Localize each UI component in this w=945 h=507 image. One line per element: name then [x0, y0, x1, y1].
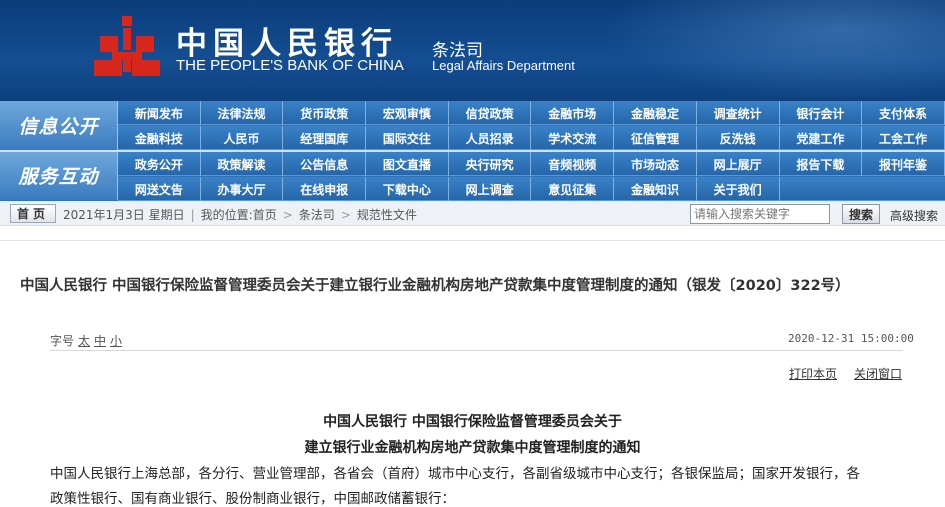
document-body-line2: 政策性银行、国有商业银行、股份制商业银行，中国邮政储蓄银行：	[50, 491, 455, 507]
publish-datetime: 2020-12-31 15:00:00	[788, 332, 914, 345]
nav-item[interactable]: 网上调查	[449, 177, 532, 201]
meta-divider	[50, 350, 903, 351]
nav-item[interactable]: 意见征集	[531, 177, 615, 201]
advanced-search-link[interactable]: 高级搜索	[890, 207, 938, 224]
chevron-right-icon: >	[340, 208, 351, 222]
nav-item[interactable]: 反洗钱	[697, 126, 780, 150]
document-heading-line1: 中国人民银行 中国银行保险监督管理委员会关于	[323, 414, 622, 430]
nav-item[interactable]: 学术交流	[531, 126, 615, 150]
document-heading-line2: 建立银行业金融机构房地产贷款集中度管理制度的通知	[304, 440, 641, 456]
nav-item[interactable]: 经理国库	[283, 126, 367, 150]
nav-row-1: 新闻发布 法律法规 货币政策 宏观审慎 信贷政策 金融市场 金融稳定 调查统计 …	[118, 101, 945, 125]
nav-row-2: 金融科技 人民币 经理国库 国际交往 人员招录 学术交流 征信管理 反洗钱 党建…	[118, 126, 945, 150]
font-size-small[interactable]: 小	[110, 334, 122, 348]
nav-item[interactable]: 金融科技	[118, 126, 201, 150]
nav-item[interactable]: 法律法规	[201, 101, 284, 125]
nav-item[interactable]: 金融市场	[531, 101, 615, 125]
nav-row-4: 网送文告 办事大厅 在线申报 下载中心 网上调查 意见征集 金融知识 关于我们	[118, 177, 945, 201]
nav-item[interactable]: 国际交往	[366, 126, 449, 150]
nav-item[interactable]: 调查统计	[697, 101, 780, 125]
breadcrumb-link-normative-docs[interactable]: 规范性文件	[357, 208, 417, 222]
nav-item[interactable]: 征信管理	[614, 126, 697, 150]
search-button[interactable]: 搜索	[842, 204, 880, 224]
nav-item[interactable]: 货币政策	[283, 101, 367, 125]
article-title: 中国人民银行 中国银行保险监督管理委员会关于建立银行业金融机构房地产贷款集中度管…	[20, 278, 850, 294]
nav-item[interactable]: 政务公开	[118, 152, 201, 176]
nav-item-empty	[862, 177, 945, 201]
pboc-logo-icon[interactable]	[92, 14, 162, 78]
header-glow	[600, 0, 945, 101]
nav-item[interactable]: 市场动态	[614, 152, 697, 176]
nav-item[interactable]: 宏观审慎	[366, 101, 449, 125]
nav-item[interactable]: 金融知识	[614, 177, 697, 201]
dept-name-en: Legal Affairs Department	[432, 58, 575, 73]
nav-section-info-disclosure[interactable]: 信息公开	[0, 101, 118, 150]
breadcrumb-separator: |	[190, 208, 195, 222]
nav-item[interactable]: 党建工作	[780, 126, 863, 150]
nav-item[interactable]: 支付体系	[862, 101, 945, 125]
breadcrumb-link-dept[interactable]: 条法司	[299, 208, 335, 222]
search-input[interactable]	[690, 204, 830, 224]
location-prefix: 我的位置:	[200, 208, 253, 222]
nav-item[interactable]: 音频视频	[531, 152, 615, 176]
nav-item[interactable]: 新闻发布	[118, 101, 201, 125]
nav-item[interactable]: 网上展厅	[697, 152, 780, 176]
close-window-link[interactable]: 关闭窗口	[854, 365, 902, 382]
home-button[interactable]: 首页	[10, 204, 56, 223]
breadcrumb-bar: 首页 2021年1月3日 星期日|我的位置:首页>条法司>规范性文件 搜索 高级…	[0, 201, 945, 226]
nav-item[interactable]: 办事大厅	[201, 177, 284, 201]
nav-item[interactable]: 报刊年鉴	[862, 152, 945, 176]
document-body-line1: 中国人民银行上海总部，各分行、营业管理部，各省会（首府）城市中心支行，各副省级城…	[50, 466, 860, 482]
bank-name-en: THE PEOPLE'S BANK OF CHINA	[176, 57, 404, 74]
nav-item[interactable]: 金融稳定	[614, 101, 697, 125]
font-size-large[interactable]: 太	[78, 334, 90, 348]
font-size-medium[interactable]: 中	[94, 334, 106, 348]
nav-item[interactable]: 信贷政策	[449, 101, 532, 125]
nav-item[interactable]: 银行会计	[780, 101, 863, 125]
article-content: 中国人民银行 中国银行保险监督管理委员会关于建立银行业金融机构房地产贷款集中度管…	[0, 240, 945, 507]
nav-item[interactable]: 下载中心	[366, 177, 449, 201]
nav-item[interactable]: 报告下载	[780, 152, 863, 176]
current-date: 2021年1月3日 星期日	[63, 208, 185, 222]
breadcrumb-link-home[interactable]: 首页	[253, 208, 277, 222]
nav-section-service-interaction[interactable]: 服务互动	[0, 151, 118, 200]
nav-item[interactable]: 人民币	[201, 126, 284, 150]
nav-item[interactable]: 央行研究	[449, 152, 532, 176]
nav-item[interactable]: 在线申报	[283, 177, 367, 201]
font-size-selector: 字号太中小	[50, 332, 122, 349]
print-page-link[interactable]: 打印本页	[789, 365, 837, 382]
nav-item-empty	[780, 177, 863, 201]
site-header: 中国人民银行 THE PEOPLE'S BANK OF CHINA 条法司 Le…	[0, 0, 945, 101]
nav-item[interactable]: 关于我们	[697, 177, 780, 201]
nav-item[interactable]: 人员招录	[449, 126, 532, 150]
nav-item[interactable]: 公告信息	[283, 152, 367, 176]
nav-item[interactable]: 政策解读	[201, 152, 284, 176]
nav-row-3: 政务公开 政策解读 公告信息 图文直播 央行研究 音频视频 市场动态 网上展厅 …	[118, 152, 945, 176]
breadcrumb: 2021年1月3日 星期日 | 我的位置:首页 > 条法司 > 规范性文件	[63, 206, 417, 223]
nav-item[interactable]: 图文直播	[366, 152, 449, 176]
main-nav: 信息公开 服务互动 新闻发布 法律法规 货币政策 宏观审慎 信贷政策 金融市场 …	[0, 101, 945, 201]
chevron-right-icon: >	[282, 208, 293, 222]
nav-item[interactable]: 网送文告	[118, 177, 201, 201]
nav-item[interactable]: 工会工作	[862, 126, 945, 150]
font-size-label: 字号	[50, 334, 75, 348]
